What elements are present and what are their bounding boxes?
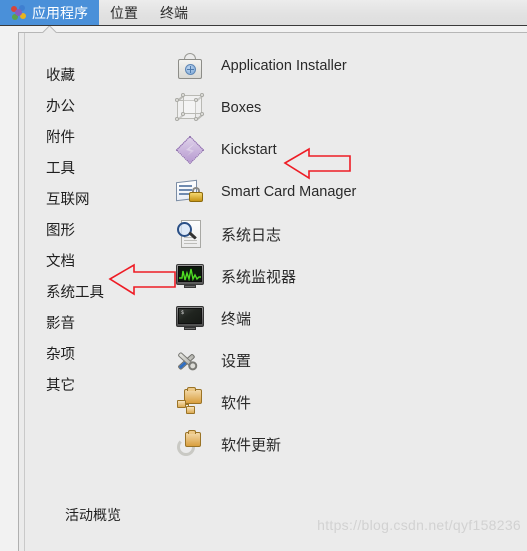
app-label: Boxes: [221, 100, 262, 116]
app-label: Smart Card Manager: [221, 184, 357, 200]
app-label: 系统监视器: [221, 268, 297, 286]
category-item-graphics[interactable]: 图形: [25, 214, 158, 245]
category-item-other[interactable]: 其它: [25, 369, 158, 400]
software-package-icon: [174, 386, 206, 418]
category-label: 影音: [46, 316, 75, 332]
category-item-system-tools[interactable]: 系统工具: [25, 276, 158, 307]
category-item-documents[interactable]: 文档: [25, 245, 158, 276]
panel-footer: 活动概览 https://blog.csdn.net/qyf158236: [19, 491, 527, 551]
app-item-boxes[interactable]: Boxes: [158, 87, 527, 129]
category-label: 文档: [46, 254, 75, 270]
menu-item-terminal[interactable]: 终端: [149, 0, 199, 25]
app-item-system-monitor[interactable]: 系统监视器: [158, 255, 527, 297]
category-item-accessories[interactable]: 附件: [25, 121, 158, 152]
app-label: 系统日志: [221, 226, 282, 244]
top-menu-bar: 应用程序 位置 终端: [0, 0, 527, 26]
category-item-tools[interactable]: 工具: [25, 152, 158, 183]
category-label: 互联网: [46, 192, 90, 208]
smart-card-lock-icon: [174, 176, 206, 208]
system-log-magnifier-icon: [174, 218, 206, 250]
software-update-icon: [174, 428, 206, 460]
boxes-wireframe-cube-icon: [174, 92, 206, 124]
category-item-favorites[interactable]: 收藏: [25, 59, 158, 90]
app-label: 终端: [221, 310, 252, 328]
category-label: 工具: [46, 161, 75, 177]
category-label: 附件: [46, 130, 75, 146]
menu-item-applications[interactable]: 应用程序: [0, 0, 99, 25]
dropdown-pointer-nub: [35, 26, 63, 33]
system-monitor-icon: [174, 260, 206, 292]
category-item-misc[interactable]: 杂项: [25, 338, 158, 369]
category-label: 收藏: [46, 68, 75, 84]
app-label: 软件更新: [221, 436, 282, 454]
app-item-software-update[interactable]: 软件更新: [158, 423, 527, 465]
category-label: 办公: [46, 99, 75, 115]
category-label: 其它: [46, 378, 75, 394]
applications-logo-icon: [11, 5, 26, 20]
category-label: 杂项: [46, 347, 75, 363]
menu-item-places-label: 位置: [110, 4, 138, 21]
category-list: 收藏 办公 附件 工具 互联网 图形 文档 系统工具 影音 杂项 其它: [25, 33, 158, 551]
watermark-text: https://blog.csdn.net/qyf158236: [317, 517, 521, 533]
activities-overview-button[interactable]: 活动概览: [65, 505, 121, 525]
app-item-system-log[interactable]: 系统日志: [158, 213, 527, 255]
app-label: Kickstart: [221, 142, 277, 158]
app-installer-bag-icon: [174, 50, 206, 82]
category-item-office[interactable]: 办公: [25, 90, 158, 121]
menu-item-terminal-label: 终端: [160, 4, 188, 21]
app-item-settings[interactable]: 设置: [158, 339, 527, 381]
category-item-multimedia[interactable]: 影音: [25, 307, 158, 338]
category-label: 系统工具: [46, 285, 104, 301]
app-item-smart-card-manager[interactable]: Smart Card Manager: [158, 171, 527, 213]
settings-tools-icon: [174, 344, 206, 376]
app-item-application-installer[interactable]: Application Installer: [158, 45, 527, 87]
app-label: 设置: [221, 352, 252, 370]
menu-item-places[interactable]: 位置: [99, 0, 149, 25]
monitor-waveform-icon: [179, 268, 201, 281]
app-label: Application Installer: [221, 58, 347, 74]
kickstart-diamond-icon: [174, 134, 206, 166]
category-item-internet[interactable]: 互联网: [25, 183, 158, 214]
app-item-terminal[interactable]: $ 终端: [158, 297, 527, 339]
desktop-screenshot: 应用程序 位置 终端 收藏 办公 附件 工具 互联网 图形 文档 系统工具 影音…: [0, 0, 527, 551]
category-label: 图形: [46, 223, 75, 239]
app-item-software[interactable]: 软件: [158, 381, 527, 423]
terminal-icon: $: [174, 302, 206, 334]
application-list: Application Installer Boxes Kickstart Sm…: [158, 33, 527, 551]
menu-item-applications-label: 应用程序: [32, 4, 88, 21]
terminal-prompt-glyph: $: [178, 308, 202, 324]
app-label: 软件: [221, 394, 252, 412]
applications-menu-panel: 收藏 办公 附件 工具 互联网 图形 文档 系统工具 影音 杂项 其它 Appl…: [18, 32, 527, 551]
app-item-kickstart[interactable]: Kickstart: [158, 129, 527, 171]
